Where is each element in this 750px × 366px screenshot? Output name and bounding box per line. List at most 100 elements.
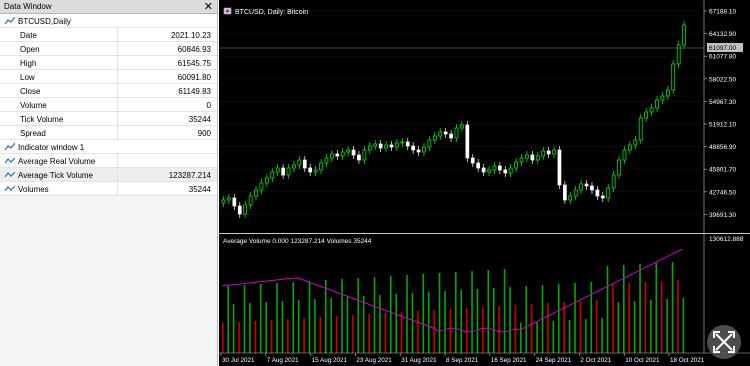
volume-bar bbox=[422, 274, 425, 353]
row-label: Low bbox=[20, 73, 35, 82]
indicator-row-volumes[interactable]: Volumes 35244 bbox=[0, 182, 217, 196]
price-tick-label: 45801.70 bbox=[709, 167, 736, 174]
volume-bar bbox=[352, 315, 354, 353]
time-tick-label: 2 Oct 2021 bbox=[580, 357, 611, 364]
close-icon[interactable]: ✕ bbox=[204, 0, 213, 14]
candle-body bbox=[497, 165, 502, 171]
volume-bar bbox=[482, 307, 484, 353]
candle-body bbox=[422, 146, 426, 153]
candle-body bbox=[481, 167, 486, 173]
volume-bar bbox=[297, 300, 300, 353]
symbol-row[interactable]: BTCUSD,Daily bbox=[0, 14, 217, 28]
symbol-label: BTCUSD,Daily bbox=[18, 17, 71, 26]
volume-bar bbox=[530, 304, 533, 353]
indicator-row-average-tick-volume[interactable]: Average Tick Volume 123287.214 bbox=[0, 168, 217, 182]
zoom-button[interactable] bbox=[707, 325, 741, 359]
volume-bar bbox=[628, 283, 630, 353]
volume-bar bbox=[341, 279, 343, 353]
candle-body bbox=[292, 164, 296, 169]
candle-body bbox=[655, 99, 659, 109]
candle-body bbox=[492, 165, 497, 171]
indicator-window-row[interactable]: Indicator window 1 bbox=[0, 140, 217, 154]
candle-body bbox=[644, 111, 649, 119]
candle-body bbox=[411, 145, 416, 151]
candle-body bbox=[563, 184, 567, 201]
candle-body bbox=[557, 149, 562, 186]
volume-bar bbox=[406, 275, 408, 353]
candle-body bbox=[275, 167, 280, 173]
candle-body bbox=[330, 153, 334, 159]
volume-bar bbox=[471, 271, 473, 353]
time-tick-label: 18 Oct 2021 bbox=[670, 357, 705, 364]
candle-body bbox=[568, 195, 573, 201]
time-tick-label: 24 Sep 2021 bbox=[536, 357, 572, 364]
volume-bar bbox=[292, 282, 295, 353]
volume-bar bbox=[368, 314, 370, 353]
volume-bar bbox=[417, 311, 419, 353]
row-value: 61545.75 bbox=[177, 59, 211, 68]
volume-bar bbox=[455, 272, 457, 353]
candle-body bbox=[302, 159, 307, 169]
price-tick-label: 61077.80 bbox=[709, 54, 736, 61]
candle-body bbox=[682, 24, 686, 46]
volume-bar bbox=[644, 282, 647, 353]
candle-body bbox=[638, 117, 643, 141]
candle-body bbox=[384, 144, 388, 149]
candle-body bbox=[319, 162, 323, 171]
candle-body bbox=[362, 149, 367, 161]
price-chart-canvas[interactable]: BTCUSD, Daily: Bitcoin 67188.1064132.906… bbox=[219, 0, 750, 233]
candle-body bbox=[400, 141, 405, 144]
candle-body bbox=[227, 197, 231, 201]
candle-body bbox=[281, 167, 285, 176]
volume-bar bbox=[346, 297, 349, 353]
volume-bar bbox=[492, 288, 495, 353]
price-chart[interactable]: BTCUSD, Daily: Bitcoin 67188.10 64132.90 6… bbox=[219, 0, 750, 233]
time-tick-label: 10 Oct 2021 bbox=[625, 357, 660, 364]
volume-bar bbox=[552, 321, 555, 353]
indicator-title: Average Volume 0.000 123287.214 Volumes … bbox=[223, 238, 372, 245]
row-label: Spread bbox=[20, 129, 46, 138]
row-label: Open bbox=[20, 45, 40, 54]
volume-bar bbox=[655, 263, 658, 353]
candle-body bbox=[308, 167, 313, 173]
time-tick-label: 31 Aug 2021 bbox=[401, 357, 437, 364]
price-tick-label: 51912.10 bbox=[709, 122, 736, 129]
row-label: Average Real Volume bbox=[18, 157, 96, 166]
volume-bar bbox=[633, 301, 636, 353]
candle-body bbox=[243, 204, 248, 215]
price-tick-label: 42746.50 bbox=[709, 189, 736, 196]
volume-bar bbox=[222, 323, 224, 353]
candle-body bbox=[665, 89, 670, 97]
candle-body bbox=[649, 107, 654, 113]
volume-chart-canvas[interactable]: Average Volume 0.000 123287.214 Volumes … bbox=[219, 234, 750, 366]
volume-bar bbox=[536, 322, 538, 353]
volume-bar bbox=[682, 298, 685, 353]
data-row-tick-volume: Tick Volume 35244 bbox=[0, 112, 217, 126]
candle-body bbox=[671, 63, 676, 91]
volume-bar bbox=[449, 309, 452, 353]
candle-body bbox=[254, 189, 258, 197]
time-tick-label: 15 Aug 2021 bbox=[312, 357, 348, 364]
candle-body bbox=[373, 143, 378, 147]
data-row-low: Low 60091.80 bbox=[0, 70, 217, 84]
data-row-volume: Volume 0 bbox=[0, 98, 217, 112]
volume-bar bbox=[579, 301, 582, 353]
candle-body bbox=[346, 149, 350, 153]
candle-body bbox=[449, 133, 453, 139]
candle-body bbox=[600, 195, 605, 199]
candle-body bbox=[427, 139, 432, 148]
volume-bar bbox=[639, 264, 641, 353]
price-axis: 67188.10 64132.90 61077.80 58022.50 54967.30… bbox=[703, 0, 736, 233]
indicator-icon bbox=[5, 157, 15, 164]
volume-bar bbox=[384, 313, 387, 353]
candle-body bbox=[357, 154, 361, 161]
price-tick-label: 54967.30 bbox=[709, 99, 736, 106]
volume-indicator-chart[interactable]: Average Volume 0.000 123287.214 Volumes … bbox=[219, 234, 750, 366]
volume-bar bbox=[232, 304, 235, 353]
candle-body bbox=[579, 183, 583, 191]
volume-bar bbox=[606, 266, 609, 353]
indicator-row-average-real-volume[interactable]: Average Real Volume bbox=[0, 154, 217, 168]
candle-body bbox=[248, 195, 253, 206]
volume-bar bbox=[503, 269, 506, 353]
candle-body bbox=[432, 135, 437, 141]
